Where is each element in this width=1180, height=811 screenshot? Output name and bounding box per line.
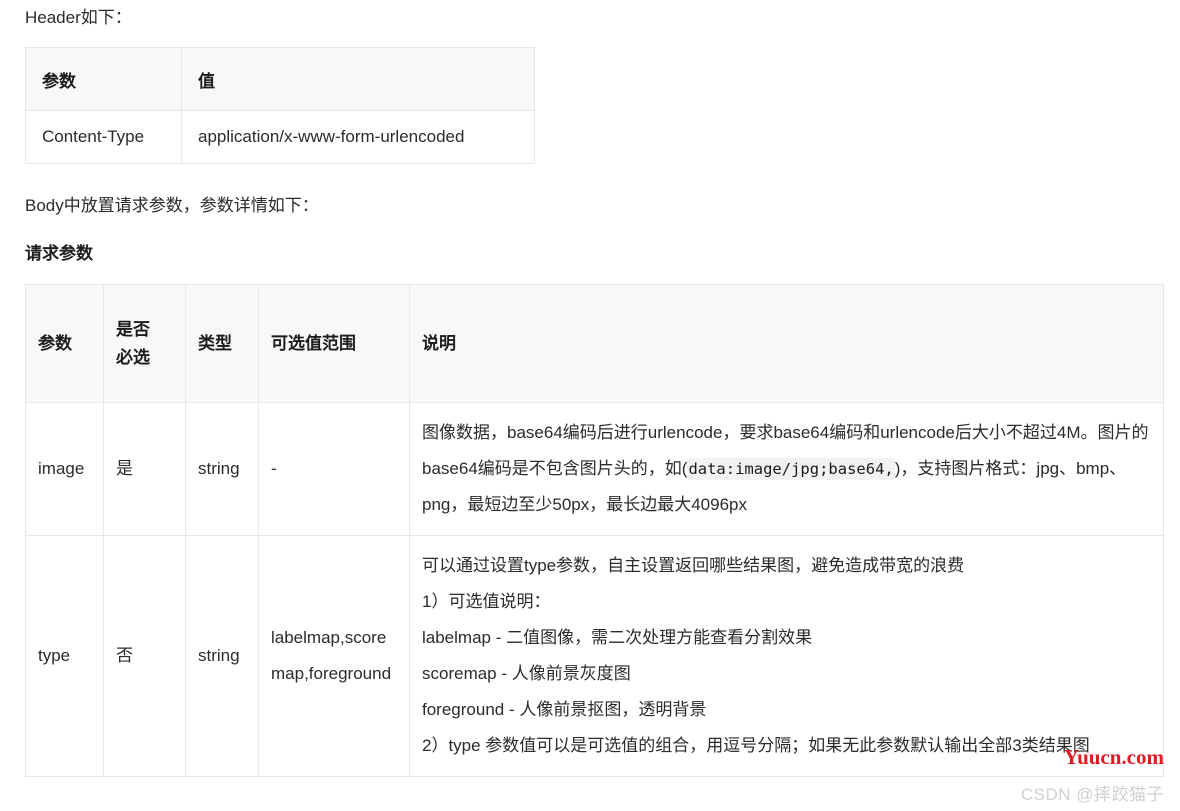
params-col-type: 类型 — [185, 284, 259, 403]
param-range-image: - — [258, 402, 410, 536]
description-line: 2）type 参数值可以是可选值的组合，用逗号分隔；如果无此参数默认输出全部3类… — [422, 736, 1090, 755]
header-table-head-row: 参数 值 — [25, 47, 535, 111]
params-col-description: 说明 — [409, 284, 1164, 403]
table-row: type 否 string labelmap,scoremap,foregrou… — [25, 535, 1164, 777]
param-range-type: labelmap,scoremap,foreground — [258, 535, 410, 777]
param-required-type: 否 — [103, 535, 186, 777]
inline-code-data-uri: data:image/jpg;base64, — [687, 458, 895, 480]
document-page: Header如下： 参数 值 Content-Type application/… — [0, 0, 1180, 811]
description-line: scoremap - 人像前景灰度图 — [422, 664, 631, 683]
header-table-cell-value: application/x-www-form-urlencoded — [181, 110, 535, 164]
description-line: labelmap - 二值图像，需二次处理方能查看分割效果 — [422, 628, 813, 647]
description-line: 1）可选值说明： — [422, 592, 551, 611]
request-params-table: 参数 是否 必选 类型 可选值范围 说明 image 是 string - 图像数… — [25, 284, 1164, 777]
description-line: 可以通过设置type参数，自主设置返回哪些结果图，避免造成带宽的浪费 — [422, 556, 965, 575]
header-table-col-value: 值 — [181, 47, 535, 111]
params-col-range: 可选值范围 — [258, 284, 410, 403]
body-intro-paragraph: Body中放置请求参数，参数详情如下： — [25, 196, 319, 215]
param-name-type: type — [25, 535, 104, 777]
param-type-type: string — [185, 535, 259, 777]
param-description-image: 图像数据，base64编码后进行urlencode，要求base64编码和url… — [409, 402, 1164, 536]
params-table-head-row: 参数 是否必选 类型 可选值范围 说明 — [25, 284, 1164, 403]
request-params-heading: 请求参数 — [25, 244, 93, 263]
params-col-required-line2: 必选 — [116, 347, 150, 367]
param-description-image-body: 图像数据，base64编码后进行urlencode，要求base64编码和url… — [422, 423, 1149, 514]
header-table: 参数 值 Content-Type application/x-www-form… — [25, 47, 535, 164]
yuucn-watermark: Yuucn.com — [1063, 745, 1164, 769]
params-col-required-line1: 是否 — [116, 319, 150, 339]
param-name-image: image — [25, 402, 104, 536]
header-intro-paragraph: Header如下： — [25, 8, 132, 27]
header-table-cell-param: Content-Type — [25, 110, 182, 164]
header-table-col-param: 参数 — [25, 47, 182, 111]
param-type-image: string — [185, 402, 259, 536]
table-row: Content-Type application/x-www-form-urle… — [25, 110, 535, 164]
table-row: image 是 string - 图像数据，base64编码后进行urlenco… — [25, 402, 1164, 536]
param-required-image: 是 — [103, 402, 186, 536]
description-line: foreground - 人像前景抠图，透明背景 — [422, 700, 707, 719]
csdn-watermark: CSDN @摔跤猫子 — [1020, 785, 1164, 804]
param-description-type: 可以通过设置type参数，自主设置返回哪些结果图，避免造成带宽的浪费 1）可选值… — [409, 535, 1164, 777]
params-col-required: 是否 必选 — [103, 284, 186, 403]
params-col-param: 参数 — [25, 284, 104, 403]
